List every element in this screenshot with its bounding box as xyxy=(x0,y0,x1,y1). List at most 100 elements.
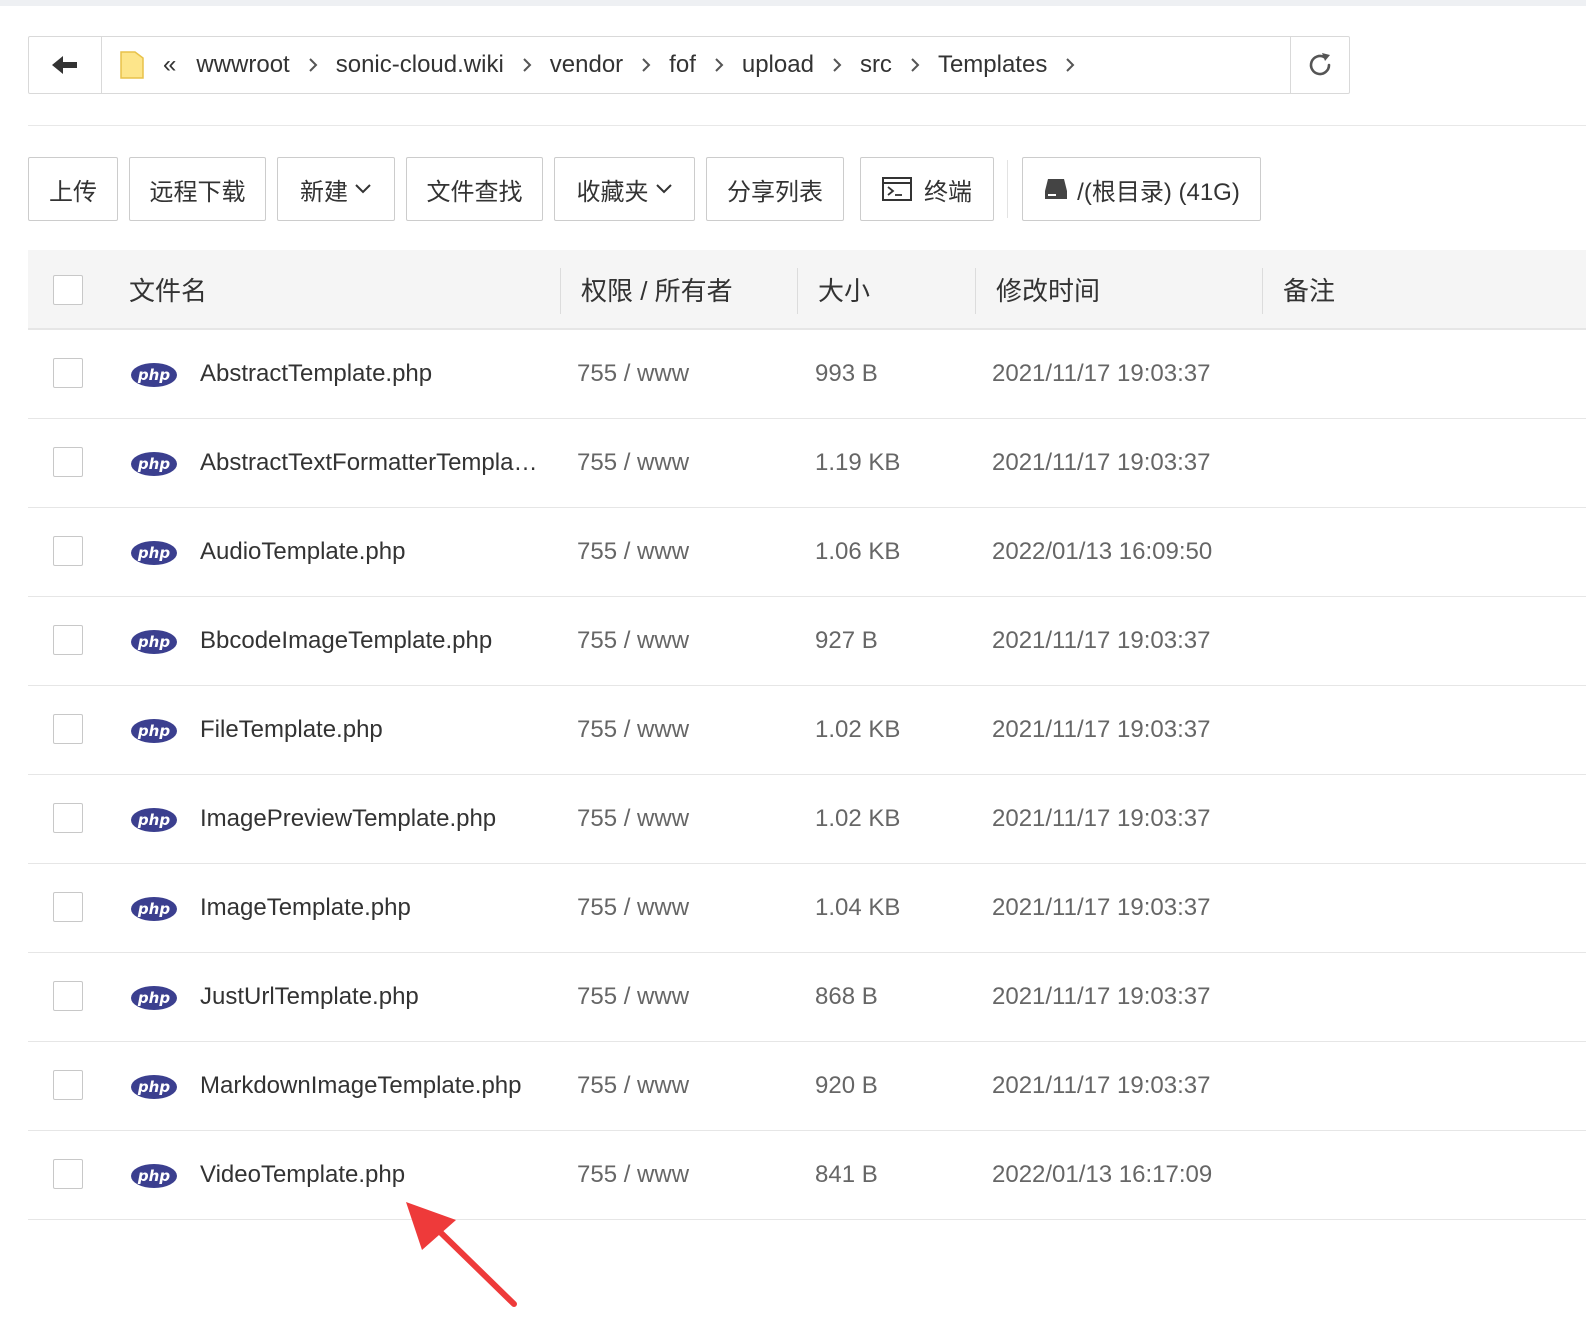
breadcrumb-item[interactable]: Templates xyxy=(938,51,1047,79)
row-checkbox[interactable] xyxy=(53,1070,83,1100)
row-checkbox[interactable] xyxy=(53,358,83,388)
php-file-icon: php xyxy=(131,630,177,654)
file-name[interactable]: AbstractTemplate.php xyxy=(200,330,540,418)
file-name[interactable]: MarkdownImageTemplate.php xyxy=(200,1042,540,1130)
file-size: 868 B xyxy=(815,983,878,1010)
remote-download-button[interactable]: 远程下载 xyxy=(129,157,266,221)
row-checkbox[interactable] xyxy=(53,1159,83,1189)
php-file-icon: php xyxy=(131,986,177,1010)
breadcrumb-item[interactable]: sonic-cloud.wiki xyxy=(336,51,504,79)
svg-text:php: php xyxy=(137,989,170,1007)
table-row[interactable]: php AbstractTemplate.php 755 / www 993 B 202… xyxy=(28,330,1586,419)
file-permission[interactable]: 755 / www xyxy=(577,1042,689,1130)
svg-text:php: php xyxy=(137,366,170,384)
chevron-right-icon xyxy=(910,57,920,73)
upload-label: 上传 xyxy=(49,178,97,206)
file-name[interactable]: JustUrlTemplate.php xyxy=(200,953,540,1041)
select-all-checkbox[interactable] xyxy=(53,275,83,305)
breadcrumb-item[interactable]: fof xyxy=(669,51,696,79)
row-checkbox[interactable] xyxy=(53,447,83,477)
file-name[interactable]: AbstractTextFormatterTemplat… xyxy=(200,419,540,507)
header-name[interactable]: 文件名 xyxy=(129,250,207,328)
folder-icon xyxy=(120,51,144,79)
chevron-right-icon xyxy=(1065,57,1075,73)
refresh-button[interactable] xyxy=(1290,37,1349,93)
table-row[interactable]: php ImageTemplate.php 755 / www 1.04 KB 2021… xyxy=(28,864,1586,953)
file-size: 841 B xyxy=(815,1161,878,1188)
table-row[interactable]: php AudioTemplate.php 755 / www 1.06 KB 2022… xyxy=(28,508,1586,597)
top-strip xyxy=(0,0,1586,6)
file-modified-time: 2022/01/13 16:17:09 xyxy=(992,1161,1213,1188)
file-name[interactable]: FileTemplate.php xyxy=(200,686,540,774)
back-button[interactable] xyxy=(29,37,102,93)
row-checkbox[interactable] xyxy=(53,714,83,744)
header-permission[interactable]: 权限 / 所有者 xyxy=(581,250,733,328)
file-name[interactable]: ImageTemplate.php xyxy=(200,864,540,952)
table-row[interactable]: php MarkdownImageTemplate.php 755 / www 920… xyxy=(28,1042,1586,1131)
table-row[interactable]: php VideoTemplate.php 755 / www 841 B 2022/0… xyxy=(28,1131,1586,1220)
file-permission[interactable]: 755 / www xyxy=(577,953,689,1041)
find-files-label: 文件查找 xyxy=(426,178,523,206)
php-file-icon: php xyxy=(131,1164,177,1188)
disk-button[interactable]: /(根目录) (41G) xyxy=(1022,157,1261,221)
file-permission[interactable]: 755 / www xyxy=(577,775,689,863)
file-size: 1.06 KB xyxy=(815,538,901,565)
share-list-button[interactable]: 分享列表 xyxy=(706,157,844,221)
header-size[interactable]: 大小 xyxy=(818,250,870,328)
chevron-right-icon xyxy=(714,57,724,73)
php-file-icon: php xyxy=(131,363,177,387)
column-divider xyxy=(1262,268,1263,314)
file-name[interactable]: ImagePreviewTemplate.php xyxy=(200,775,540,863)
toolbar-divider xyxy=(1007,160,1008,218)
file-list: php AbstractTemplate.php 755 / www 993 B 202… xyxy=(28,330,1586,1220)
file-name[interactable]: BbcodeImageTemplate.php xyxy=(200,597,540,685)
file-permission[interactable]: 755 / www xyxy=(577,864,689,952)
row-checkbox[interactable] xyxy=(53,803,83,833)
breadcrumb-items: wwwroot sonic-cloud.wiki vendor fof upload sr… xyxy=(196,51,1093,79)
file-permission[interactable]: 755 / www xyxy=(577,1131,689,1219)
header-note: 备注 xyxy=(1283,275,1336,306)
breadcrumb-item[interactable]: upload xyxy=(742,51,814,79)
file-size: 920 B xyxy=(815,1072,878,1099)
disk-label: /(根目录) (41G) xyxy=(1077,178,1240,206)
file-name[interactable]: AudioTemplate.php xyxy=(200,508,540,596)
favorites-button[interactable]: 收藏夹 xyxy=(554,157,695,221)
new-label: 新建 xyxy=(300,178,348,206)
header-modified-time[interactable]: 修改时间 xyxy=(996,250,1100,328)
file-permission[interactable]: 755 / www xyxy=(577,330,689,418)
breadcrumb-item[interactable]: vendor xyxy=(550,51,623,79)
file-modified-time: 2021/11/17 19:03:37 xyxy=(992,805,1211,832)
row-checkbox[interactable] xyxy=(53,892,83,922)
table-row[interactable]: php AbstractTextFormatterTemplat… 755 / ww… xyxy=(28,419,1586,508)
table-row[interactable]: php BbcodeImageTemplate.php 755 / www 927 B… xyxy=(28,597,1586,686)
collapse-path-icon[interactable]: « xyxy=(163,53,176,77)
row-checkbox[interactable] xyxy=(53,536,83,566)
breadcrumb-item[interactable]: wwwroot xyxy=(196,51,289,79)
table-row[interactable]: php JustUrlTemplate.php 755 / www 868 B 2021… xyxy=(28,953,1586,1042)
favorites-label: 收藏夹 xyxy=(576,178,649,206)
table-row[interactable]: php ImagePreviewTemplate.php 755 / www 1.02… xyxy=(28,775,1586,864)
php-file-icon: php xyxy=(131,719,177,743)
php-file-icon: php xyxy=(131,897,177,921)
terminal-icon xyxy=(882,177,912,201)
file-permission[interactable]: 755 / www xyxy=(577,508,689,596)
column-divider xyxy=(797,268,798,314)
terminal-button[interactable]: 终端 xyxy=(860,157,994,221)
svg-text:php: php xyxy=(137,544,170,562)
find-files-button[interactable]: 文件查找 xyxy=(406,157,543,221)
file-size: 927 B xyxy=(815,627,878,654)
terminal-label: 终端 xyxy=(924,178,972,206)
breadcrumb-item[interactable]: src xyxy=(860,51,892,79)
row-checkbox[interactable] xyxy=(53,625,83,655)
file-permission[interactable]: 755 / www xyxy=(577,686,689,774)
file-permission[interactable]: 755 / www xyxy=(577,419,689,507)
table-row[interactable]: php FileTemplate.php 755 / www 1.02 KB 2021/… xyxy=(28,686,1586,775)
column-divider xyxy=(560,268,561,314)
refresh-icon xyxy=(1309,53,1331,76)
upload-button[interactable]: 上传 xyxy=(28,157,118,221)
new-button[interactable]: 新建 xyxy=(277,157,395,221)
file-permission[interactable]: 755 / www xyxy=(577,597,689,685)
chevron-down-icon xyxy=(355,184,371,194)
row-checkbox[interactable] xyxy=(53,981,83,1011)
file-modified-time: 2021/11/17 19:03:37 xyxy=(992,894,1211,921)
